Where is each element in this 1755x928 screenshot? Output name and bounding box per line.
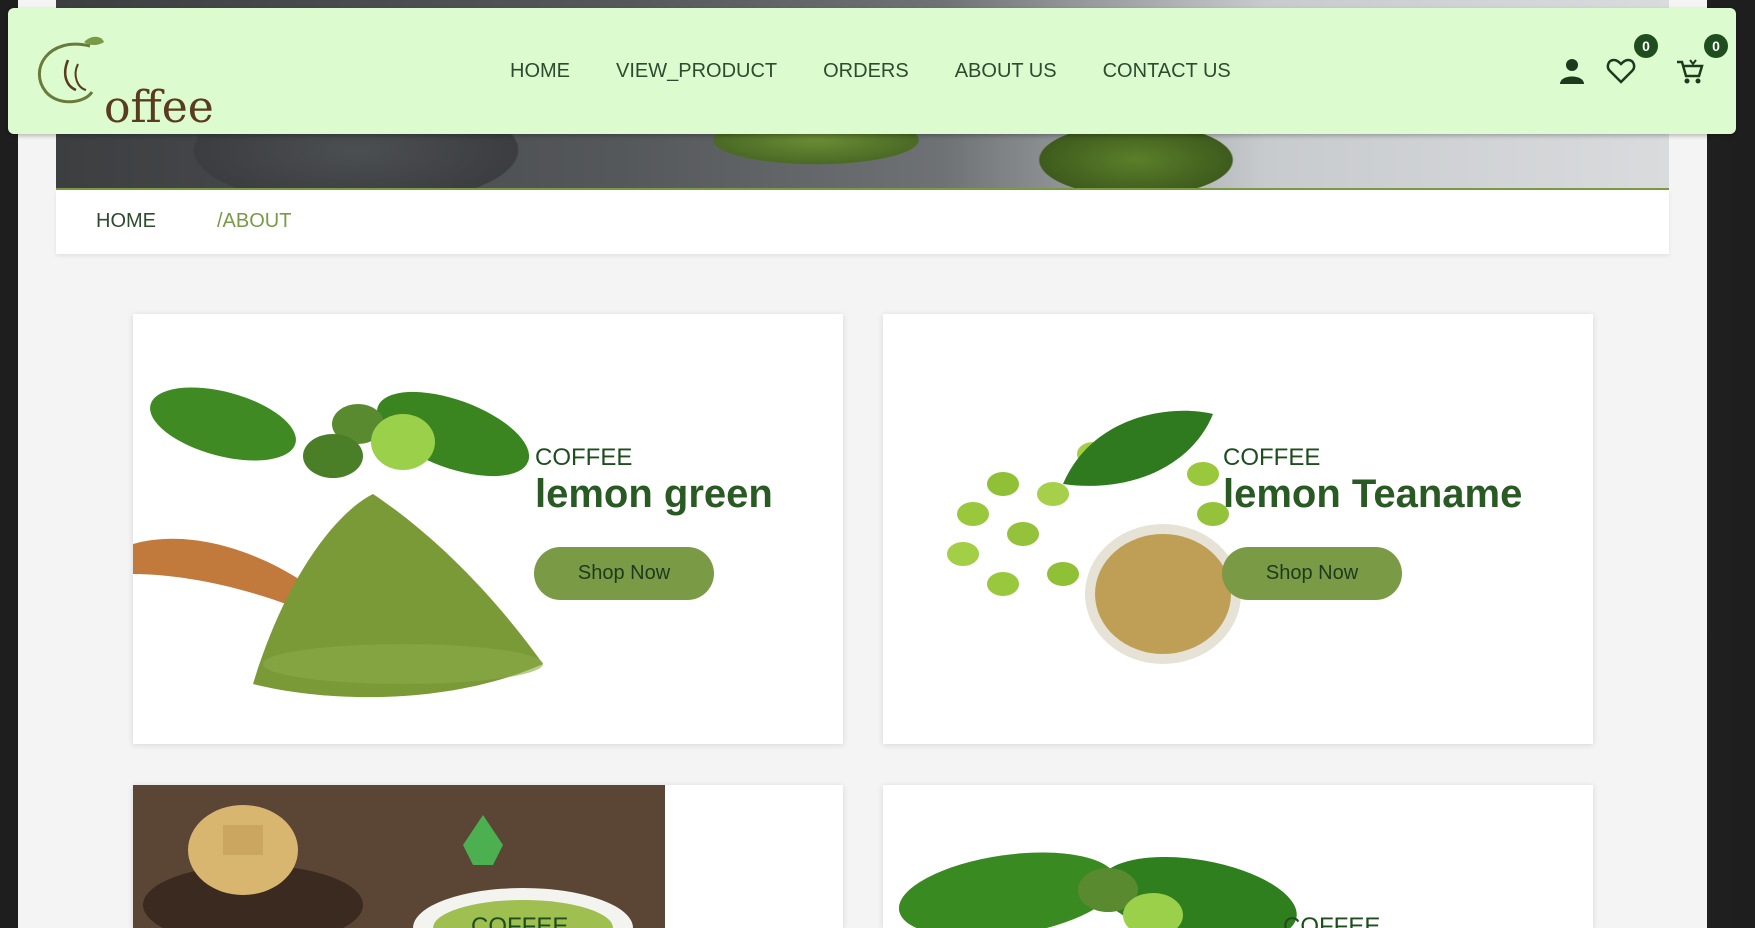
green-coffee-beans-image	[947, 410, 1241, 664]
green-coffee-leaves-image	[898, 852, 1297, 928]
cart-count-badge: 0	[1704, 34, 1728, 58]
card-category: COFFEE	[1223, 444, 1321, 471]
nav-view-product[interactable]: VIEW_PRODUCT	[616, 60, 777, 83]
card-category: COFFEE	[471, 913, 569, 928]
promo-card-lemon-teaname: COFFEE lemon Teaname Shop Now	[883, 314, 1593, 744]
promo-card-coffee: COFFEE	[883, 785, 1593, 928]
breadcrumb-current: /ABOUT	[217, 210, 292, 232]
card-category: COFFEE	[1283, 913, 1381, 928]
nav-contact-us[interactable]: CONTACT US	[1103, 60, 1231, 83]
navbar: offee HOME VIEW_PRODUCT ORDERS ABOUT US …	[8, 8, 1736, 134]
shop-now-button[interactable]: Shop Now	[1222, 547, 1402, 600]
brand-logo-text: offee	[104, 82, 214, 133]
breadcrumb: HOME /ABOUT	[56, 190, 1669, 254]
nav-about-us[interactable]: ABOUT US	[955, 60, 1057, 83]
nav-orders[interactable]: ORDERS	[823, 60, 909, 83]
card-title: lemon Teaname	[1223, 472, 1523, 516]
wishlist-count-badge: 0	[1634, 34, 1658, 58]
main-nav: HOME VIEW_PRODUCT ORDERS ABOUT US CONTAC…	[510, 60, 1231, 83]
breadcrumb-home-link[interactable]: HOME	[96, 210, 156, 233]
nav-home[interactable]: HOME	[510, 60, 570, 83]
wishlist-heart-icon[interactable]	[1606, 56, 1636, 86]
cart-icon[interactable]	[1675, 56, 1705, 86]
card-title: lemon green	[535, 472, 773, 516]
green-coffee-powder-image	[133, 387, 543, 698]
brand-logo[interactable]: offee	[28, 30, 214, 133]
shop-now-button[interactable]: Shop Now	[534, 547, 714, 600]
card-category: COFFEE	[535, 444, 633, 471]
promo-card-lemon-green: COFFEE lemon green Shop Now	[133, 314, 843, 744]
user-icon[interactable]	[1557, 56, 1587, 86]
matcha-whisk-image	[133, 785, 665, 928]
promo-card-matcha: COFFEE	[133, 785, 843, 928]
